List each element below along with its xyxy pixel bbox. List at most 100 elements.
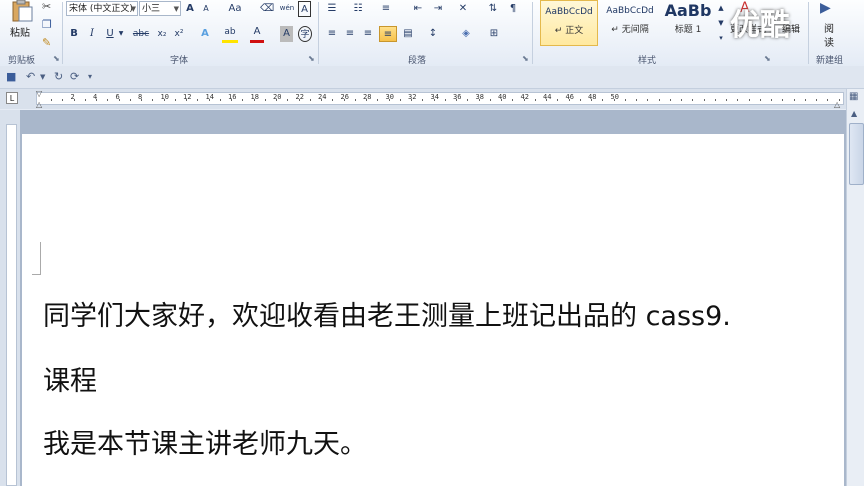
font-launcher-icon[interactable]: ⬊ [308, 54, 315, 63]
paste-icon[interactable] [8, 0, 34, 22]
vertical-scrollbar[interactable]: ▦ ▲ [846, 89, 864, 486]
font-name-combo[interactable]: 宋体 (中文正文) ▼ [66, 1, 138, 16]
paragraph-launcher-icon[interactable]: ⬊ [522, 54, 529, 63]
format-painter-icon[interactable]: ✎ [42, 36, 51, 49]
clipboard-group-label: 剪贴板 [8, 56, 36, 66]
ruler-number: 28 [363, 93, 372, 101]
bullets-icon[interactable]: ☰ [324, 1, 340, 17]
enclose-char-button[interactable]: 字 [298, 26, 312, 42]
scroll-thumb[interactable] [849, 123, 864, 185]
distributed-icon[interactable]: ▤ [400, 26, 416, 42]
chinese-layout-icon[interactable]: ✕ [455, 1, 471, 17]
ruler-tick [703, 99, 705, 101]
clipboard-launcher-icon[interactable]: ⬊ [53, 54, 60, 63]
align-right-icon[interactable]: ≡ [360, 26, 376, 42]
subscript-button[interactable]: x₂ [155, 26, 169, 42]
ruler-tick [467, 99, 469, 101]
font-size-value: 小三 [142, 4, 161, 14]
align-left-icon[interactable]: ≡ [324, 26, 340, 42]
hanging-indent-marker[interactable]: △ [36, 100, 42, 109]
scroll-up-icon[interactable]: ▲ [851, 109, 857, 118]
style-normal[interactable]: AaBbCcDd ↵ 正文 [540, 0, 598, 46]
reading-label-bottom[interactable]: 读 [824, 34, 834, 49]
document-line-2[interactable]: 课程 [43, 359, 97, 398]
document-page[interactable]: 同学们大家好，欢迎收看由老王测量上班记出品的 cass9. 课程 我是本节课主讲… [22, 134, 844, 486]
ruler-tick [501, 99, 502, 101]
reading-label-top[interactable]: 阅 [824, 20, 834, 35]
ruler-number: 22 [295, 93, 304, 101]
redo-icon[interactable]: ↻ [54, 70, 63, 83]
ruler-toggle-icon[interactable]: ▦ [849, 91, 858, 102]
decrease-indent-icon[interactable]: ⇤ [410, 1, 426, 17]
ruler-number: 24 [318, 93, 327, 101]
right-indent-marker[interactable]: △ [834, 100, 840, 109]
borders-icon[interactable]: ⊞ [486, 26, 502, 42]
cut-icon[interactable]: ✂ [42, 0, 51, 13]
styles-launcher-icon[interactable]: ⬊ [764, 54, 771, 63]
style-heading-1[interactable]: AaBb 标题 1 [662, 0, 714, 46]
ruler-number: 34 [430, 93, 439, 101]
char-shading-button[interactable]: A [280, 26, 293, 42]
ruler-tick [422, 99, 424, 101]
save-icon[interactable]: ■ [6, 70, 16, 83]
strikethrough-button[interactable]: abc [131, 26, 151, 42]
font-group-label: 字体 [170, 56, 189, 66]
new-group-label: 新建组 [816, 56, 844, 66]
repeat-icon[interactable]: ⟳ [70, 70, 79, 83]
ruler-strip[interactable]: 2 4 6 8 10 12 14 16 18 20 22 24 26 28 30 32 34 36 38 40 42 44… [36, 92, 851, 105]
font-size-combo[interactable]: 小三 ▼ [139, 1, 181, 16]
ruler-number: 14 [205, 93, 214, 101]
editing-label[interactable]: 编辑 [782, 22, 800, 35]
text-effects-button[interactable]: A [198, 26, 212, 42]
bold-button[interactable]: B [68, 26, 80, 42]
show-marks-icon[interactable]: ¶ [506, 1, 520, 17]
ruler-tick [579, 99, 581, 101]
increase-indent-icon[interactable]: ⇥ [430, 1, 446, 17]
reading-view-icon[interactable]: ▶ [820, 0, 831, 16]
underline-button[interactable]: U [104, 26, 116, 42]
document-line-3[interactable]: 我是本节课主讲老师九天。 [43, 422, 367, 461]
ruler-tick [591, 99, 592, 101]
highlight-button[interactable]: ab [222, 24, 238, 43]
superscript-button[interactable]: x² [172, 26, 186, 42]
vertical-ruler-strip[interactable] [6, 124, 17, 486]
ruler-tick [692, 99, 694, 101]
font-color-button[interactable]: A [250, 24, 264, 43]
shading-icon[interactable]: ◈ [458, 26, 474, 42]
style-name-heading-1: 标题 1 [674, 25, 702, 35]
ruler-tick [276, 99, 277, 101]
styles-more-icon[interactable]: ▾ [716, 30, 726, 46]
document-line-1[interactable]: 同学们大家好，欢迎收看由老王测量上班记出品的 cass9. [43, 294, 731, 333]
ruler-tick [726, 99, 727, 101]
tab-selector-icon[interactable]: L [6, 92, 18, 104]
shrink-font-button[interactable]: A [200, 1, 212, 17]
copy-icon[interactable]: ❐ [42, 18, 52, 31]
grow-font-button[interactable]: A [184, 1, 196, 17]
underline-dropdown-icon[interactable]: ▼ [118, 26, 124, 42]
ruler-tick [253, 99, 255, 101]
line-spacing-icon[interactable]: ↕ [424, 26, 442, 42]
char-border-button[interactable]: A [298, 1, 311, 17]
clear-format-icon[interactable]: ⌫ [260, 1, 274, 17]
undo-dropdown-icon[interactable]: ▼ [40, 73, 45, 81]
numbering-icon[interactable]: ☷ [350, 1, 366, 17]
first-line-indent-marker[interactable]: ▽ [36, 89, 42, 98]
customize-qat-icon[interactable]: ▾ [88, 72, 92, 81]
ruler-tick [804, 99, 806, 101]
justify-icon[interactable]: ≡ [379, 26, 397, 42]
styles-scroll-down-icon[interactable]: ▼ [716, 15, 726, 31]
undo-icon[interactable]: ↶ [26, 70, 35, 83]
phonetic-guide-button[interactable]: wén [279, 0, 295, 16]
align-center-icon[interactable]: ≡ [342, 26, 358, 42]
style-no-spacing[interactable]: AaBbCcDd ↵ 无间隔 [600, 0, 660, 46]
change-case-button[interactable]: Aa [224, 1, 246, 17]
ruler-tick [399, 99, 401, 101]
italic-button[interactable]: I [86, 26, 98, 42]
multilevel-list-icon[interactable]: ≡ [378, 1, 394, 17]
styles-scroll-up-icon[interactable]: ▲ [716, 0, 726, 16]
ruler-tick [534, 99, 536, 101]
ruler-number: 46 [565, 93, 574, 101]
paste-button-label[interactable]: 粘贴 [10, 24, 30, 39]
ruler-tick [242, 99, 244, 101]
sort-icon[interactable]: ⇅ [486, 1, 500, 17]
